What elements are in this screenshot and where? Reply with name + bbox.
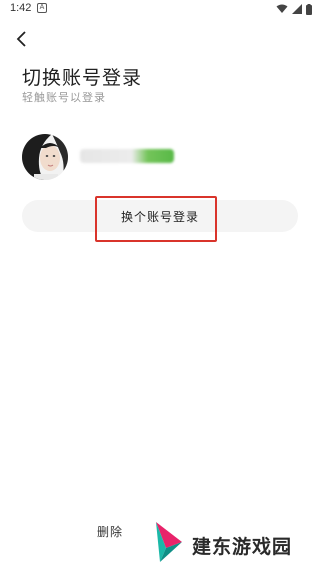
signal-icon <box>292 4 302 14</box>
account-name-blurred <box>80 149 174 163</box>
wifi-icon <box>276 4 288 13</box>
notification-a-icon: A <box>37 3 47 13</box>
page-subtitle: 轻触账号以登录 <box>22 91 106 104</box>
watermark: 建东游戏园 <box>152 518 320 566</box>
watermark-text: 建东游戏园 <box>192 536 293 558</box>
account-item[interactable] <box>22 134 302 182</box>
chevron-left-icon <box>16 31 26 47</box>
status-indicators <box>276 3 312 15</box>
battery-icon <box>306 3 312 15</box>
status-time: 1:42 <box>10 2 32 14</box>
back-button[interactable] <box>10 27 34 51</box>
highlight-annotation-box <box>95 196 217 242</box>
delete-button[interactable]: 删除 <box>97 523 123 540</box>
status-bar: 1:42 A <box>0 0 320 18</box>
page-title: 切换账号登录 <box>22 67 143 89</box>
watermark-logo-icon <box>156 522 182 562</box>
avatar <box>22 134 68 180</box>
